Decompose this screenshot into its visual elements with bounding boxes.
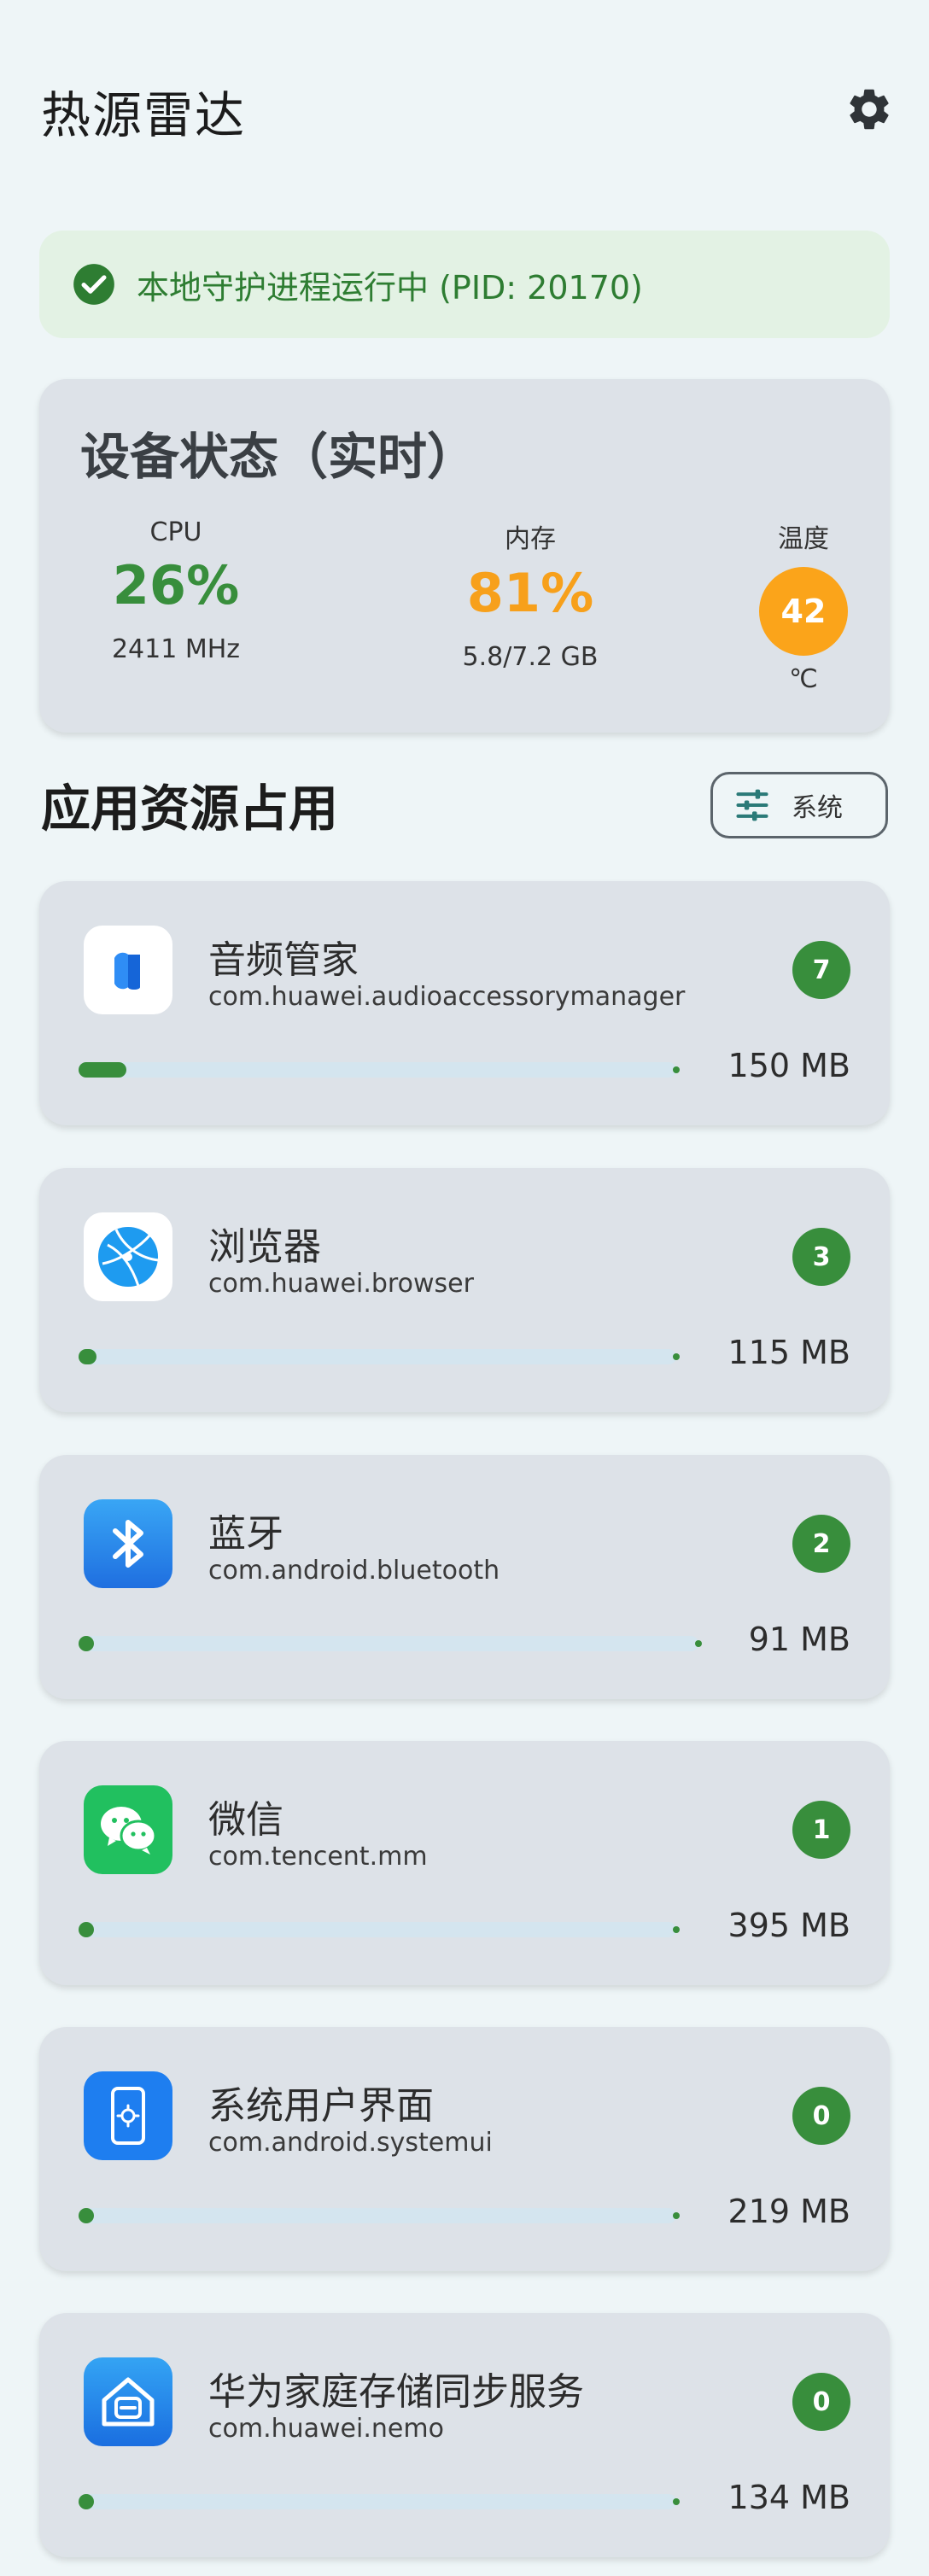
memory-bar-end	[673, 2498, 680, 2505]
memory-bar-end	[695, 1640, 702, 1647]
process-count-badge: 0	[792, 2373, 850, 2431]
process-count-badge: 1	[792, 1801, 850, 1859]
process-count-badge: 0	[792, 2087, 850, 2145]
app-card[interactable]: 音频管家 com.huawei.audioaccessorymanager 7 …	[39, 881, 890, 1125]
app-card[interactable]: 系统用户界面 com.android.systemui 0 219 MB	[39, 2027, 890, 2271]
memory-bar-end	[673, 1926, 680, 1933]
audio-manager-icon	[84, 926, 172, 1014]
memory-bar	[79, 1349, 680, 1364]
memory-bar-fill	[79, 2208, 94, 2223]
memory-bar-end	[673, 1066, 680, 1073]
app-package: com.android.bluetooth	[208, 1556, 500, 1586]
app-package: com.huawei.nemo	[208, 2414, 444, 2444]
cpu-label: CPU	[149, 517, 202, 547]
memory-value: 81%	[466, 562, 594, 624]
bluetooth-icon	[84, 1499, 172, 1588]
temperature-label: 温度	[778, 524, 829, 554]
memory-size: 150 MB	[727, 1047, 850, 1084]
app-card[interactable]: 华为家庭存储同步服务 com.huawei.nemo 0 134 MB	[39, 2313, 890, 2557]
memory-bar	[79, 2494, 680, 2509]
memory-size: 134 MB	[727, 2479, 850, 2516]
daemon-status-text: 本地守护进程运行中 (PID: 20170)	[137, 268, 643, 307]
app-card[interactable]: 浏览器 com.huawei.browser 3 115 MB	[39, 1168, 890, 1412]
memory-bar-fill	[79, 1062, 126, 1078]
cpu-value: 26%	[112, 554, 240, 616]
app-name: 微信	[208, 1798, 283, 1842]
memory-size: 115 MB	[727, 1334, 850, 1371]
memory-usage: 5.8/7.2 GB	[462, 642, 599, 672]
app-package: com.android.systemui	[208, 2128, 493, 2158]
app-name: 浏览器	[208, 1225, 321, 1269]
app-name: 系统用户界面	[208, 2084, 434, 2128]
memory-bar-fill	[79, 1636, 94, 1651]
memory-bar	[79, 1636, 702, 1651]
memory-bar-fill	[79, 1349, 96, 1364]
memory-bar	[79, 1062, 680, 1078]
app-title: 热源雷达	[41, 86, 247, 144]
daemon-status-banner: 本地守护进程运行中 (PID: 20170)	[39, 231, 890, 338]
app-package: com.huawei.audioaccessorymanager	[208, 982, 686, 1012]
system-filter-button[interactable]: 系统	[710, 772, 888, 838]
memory-bar-end	[673, 1353, 680, 1360]
memory-size: 395 MB	[727, 1907, 850, 1944]
wechat-icon	[84, 1785, 172, 1874]
app-name: 蓝牙	[208, 1512, 283, 1556]
temperature-metric: 温度 42 ℃	[739, 517, 868, 694]
tune-icon	[733, 786, 771, 824]
temperature-unit: ℃	[789, 664, 818, 694]
app-name: 音频管家	[208, 938, 359, 982]
device-status-title: 设备状态（实时）	[80, 428, 477, 486]
memory-metric: 内存 81% 5.8/7.2 GB	[389, 517, 671, 672]
cpu-metric: CPU 26% 2411 MHz	[73, 517, 278, 664]
app-usage-title: 应用资源占用	[41, 780, 339, 838]
process-count-badge: 2	[792, 1515, 850, 1573]
temperature-badge: 42	[759, 567, 848, 656]
memory-bar	[79, 2208, 680, 2223]
top-bar: 热源雷达	[0, 0, 929, 222]
filter-label: 系统	[792, 793, 843, 823]
app-card[interactable]: 蓝牙 com.android.bluetooth 2 91 MB	[39, 1455, 890, 1699]
process-count-badge: 3	[792, 1228, 850, 1286]
app-package: com.huawei.browser	[208, 1269, 474, 1299]
device-status-card: 设备状态（实时） CPU 26% 2411 MHz 内存 81% 5.8/7.2…	[39, 379, 890, 733]
home-storage-icon	[84, 2357, 172, 2446]
app-package: com.tencent.mm	[208, 1842, 428, 1872]
app-name: 华为家庭存储同步服务	[208, 2370, 584, 2414]
memory-size: 219 MB	[727, 2193, 850, 2230]
settings-button[interactable]	[844, 84, 895, 135]
cpu-frequency: 2411 MHz	[111, 634, 241, 664]
gear-icon	[850, 89, 889, 130]
memory-bar-end	[673, 2212, 680, 2219]
app-card[interactable]: 微信 com.tencent.mm 1 395 MB	[39, 1741, 890, 1985]
process-count-badge: 7	[792, 941, 850, 999]
check-circle-icon	[72, 262, 116, 307]
memory-bar-fill	[79, 2494, 94, 2509]
system-ui-icon	[84, 2071, 172, 2160]
memory-bar-fill	[79, 1922, 94, 1937]
browser-icon	[84, 1212, 172, 1301]
memory-bar	[79, 1922, 680, 1937]
memory-label: 内存	[505, 524, 556, 554]
memory-size: 91 MB	[748, 1621, 850, 1658]
